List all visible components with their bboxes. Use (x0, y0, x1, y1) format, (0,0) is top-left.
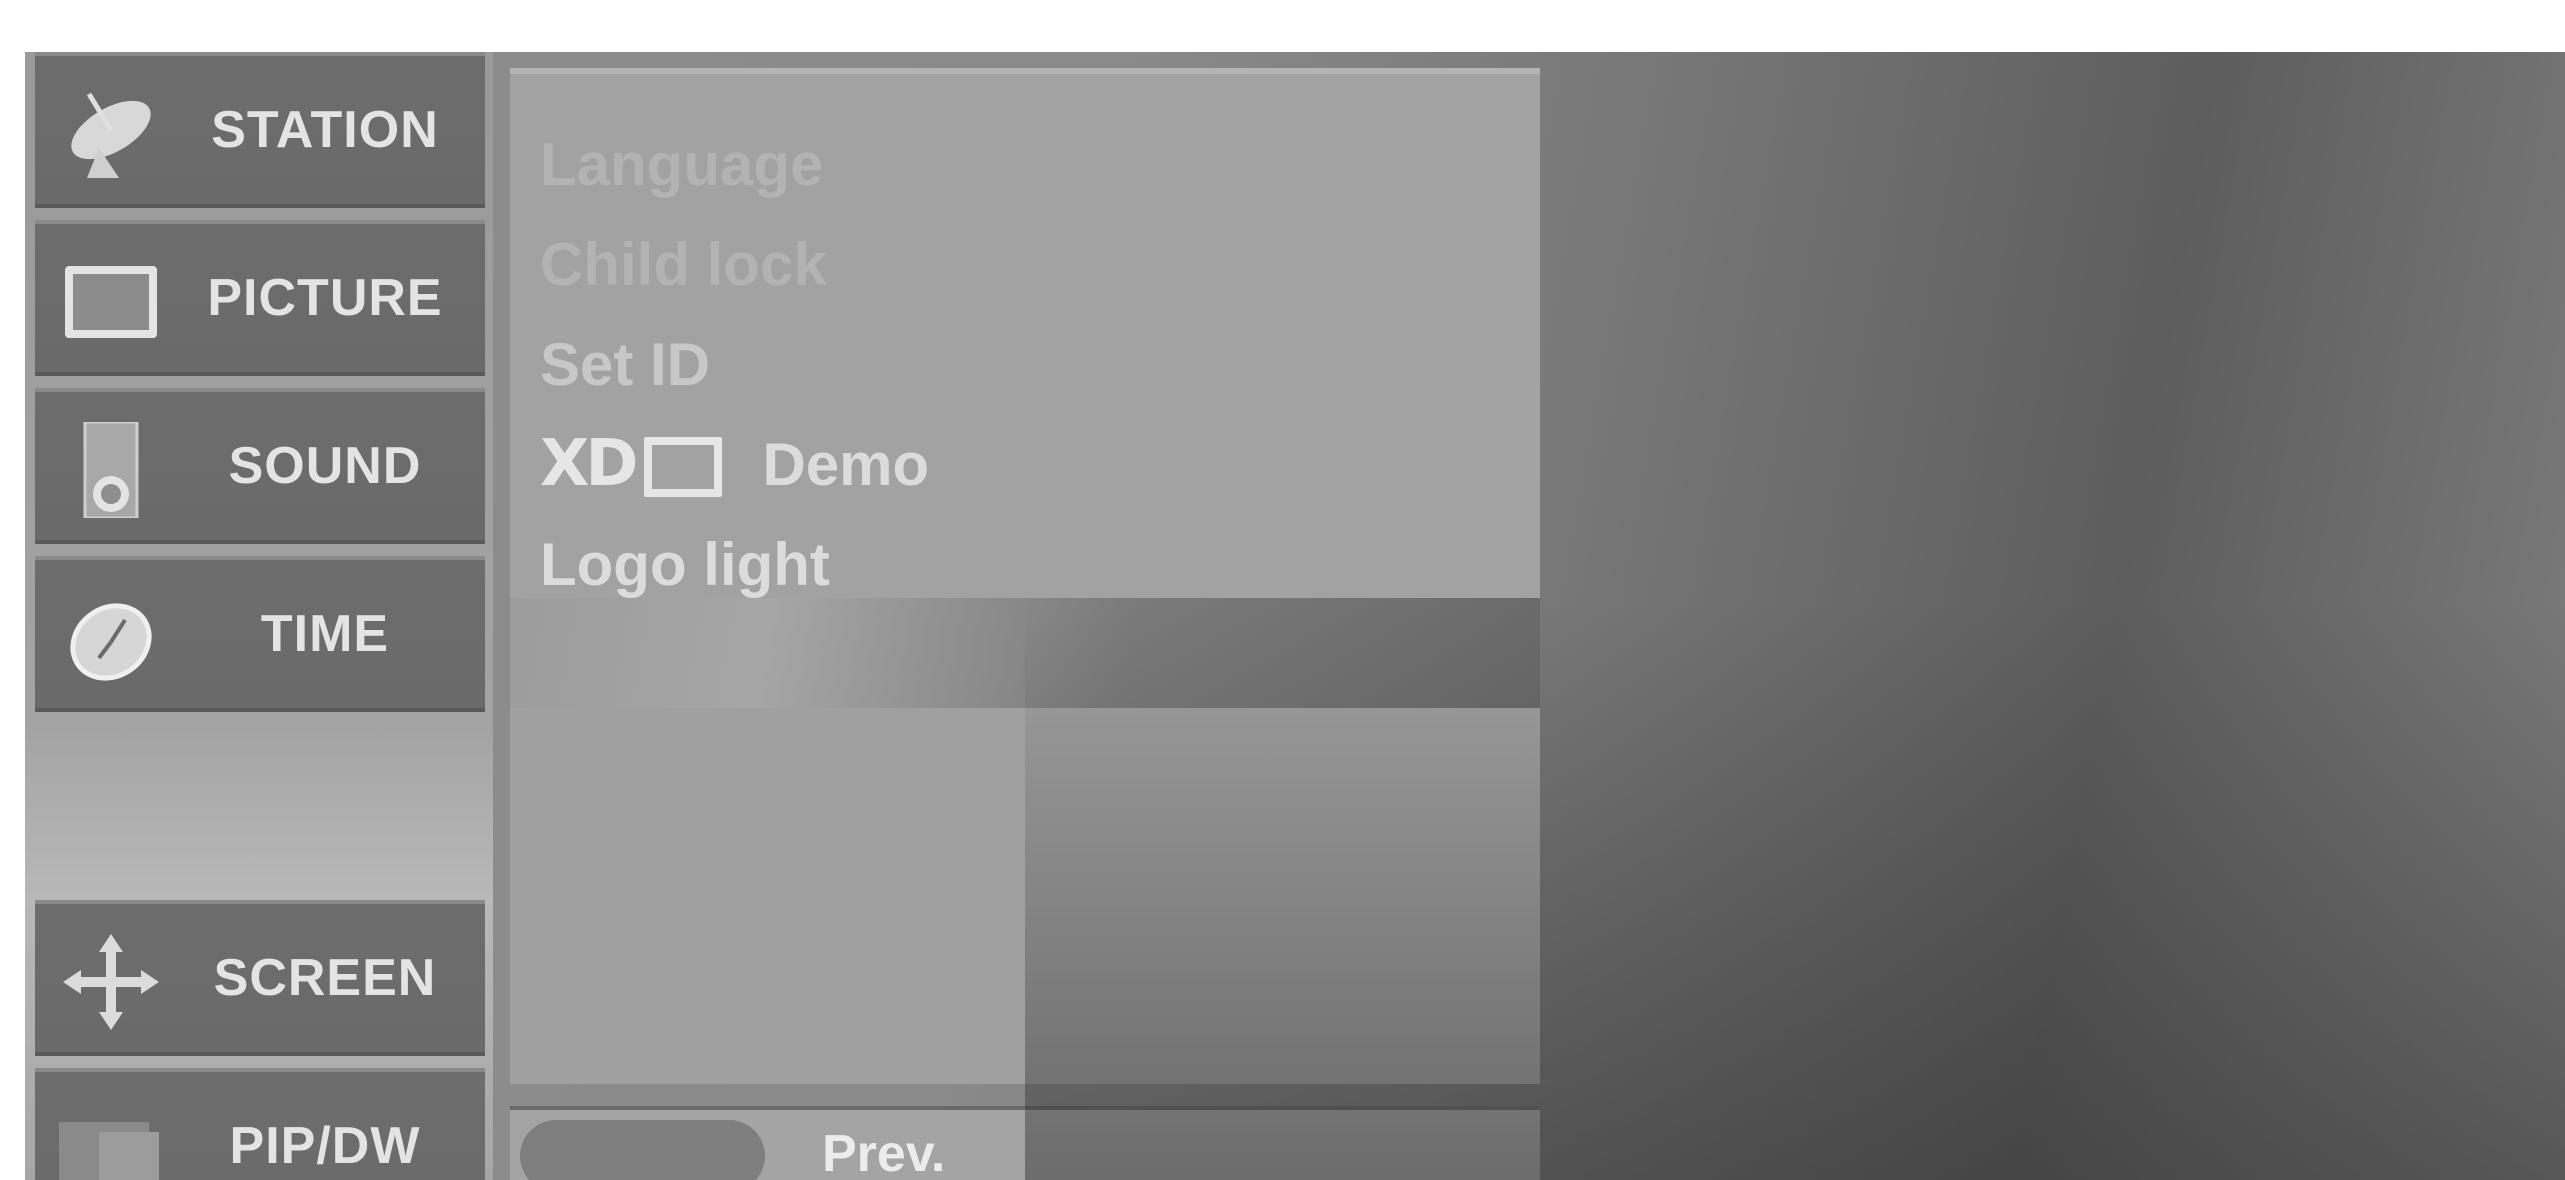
menu-item-screen[interactable]: SCREEN (35, 900, 485, 1056)
menu-item-label: STATION (211, 101, 439, 159)
navigation-bar: Prev. (510, 1106, 1540, 1180)
menu-item-sound[interactable]: SOUND (35, 388, 485, 544)
option-value-panel (510, 708, 1540, 1084)
menu-item-label: PIP/DW (229, 1117, 421, 1175)
move-arrows-icon (59, 934, 163, 1030)
tv-osd-screen: STATION PICTURE SOUND TIME SCREEN PIP/DW… (25, 52, 2565, 1180)
submenu-item-set-id[interactable]: Set ID (540, 324, 710, 404)
panel-divider-band (510, 598, 1540, 708)
pip-window-icon (59, 1102, 163, 1180)
menu-item-label: SCREEN (213, 949, 437, 1007)
submenu-item-label: Demo (762, 430, 930, 498)
submenu-item-xd-demo[interactable]: XD Demo (540, 424, 929, 504)
menu-item-time[interactable]: TIME (35, 556, 485, 712)
submenu-item-logo-light[interactable]: Logo light (540, 524, 830, 604)
submenu-item-child-lock[interactable]: Child lock (540, 224, 827, 304)
xd-logo: XD (540, 427, 723, 501)
main-menu-sidebar: STATION PICTURE SOUND TIME SCREEN PIP/DW (25, 52, 493, 1180)
speaker-icon (59, 422, 163, 518)
option-submenu-panel: Language Child lock Set ID XD Demo Logo … (510, 68, 1540, 604)
menu-item-label: TIME (260, 605, 390, 663)
satellite-dish-icon (59, 86, 163, 182)
menu-item-station[interactable]: STATION (35, 52, 485, 208)
menu-item-pip-dw[interactable]: PIP/DW (35, 1068, 485, 1180)
prev-label: Prev. (822, 1125, 946, 1180)
menu-item-picture[interactable]: PICTURE (35, 220, 485, 376)
submenu-item-language[interactable]: Language (540, 124, 823, 204)
picture-frame-icon (59, 254, 163, 350)
menu-item-label: PICTURE (207, 269, 443, 327)
clock-icon (59, 590, 163, 686)
prev-button[interactable] (520, 1120, 765, 1180)
menu-item-label: SOUND (228, 437, 422, 495)
